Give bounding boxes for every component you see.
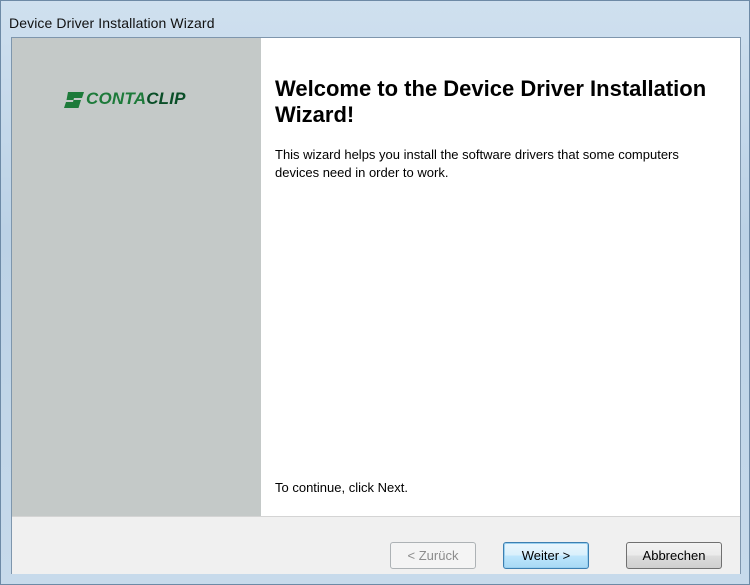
intro-text: This wizard helps you install the softwa… <box>275 147 679 180</box>
contaclip-logo-icon <box>64 92 84 108</box>
back-button[interactable]: < Zurück <box>390 542 476 569</box>
logo-wordmark: CONTACLIP <box>86 89 186 109</box>
window-title: Device Driver Installation Wizard <box>9 15 215 31</box>
logo-wordmark-conta: CONTA <box>86 89 147 108</box>
button-bar: < Zurück Weiter > Abbrechen <box>12 516 740 574</box>
contaclip-logo: CONTACLIP <box>64 89 214 111</box>
logo-wordmark-clip: CLIP <box>146 89 186 108</box>
wizard-side-panel: CONTACLIP <box>12 38 261 516</box>
title-bar[interactable]: Device Driver Installation Wizard <box>1 1 749 37</box>
next-button[interactable]: Weiter > <box>503 542 589 569</box>
continue-hint: To continue, click Next. <box>275 480 408 495</box>
wizard-content: Welcome to the Device Driver Installatio… <box>275 38 735 516</box>
wizard-client-area: CONTACLIP Welcome to the Device Driver I… <box>11 37 741 574</box>
cancel-button[interactable]: Abbrechen <box>626 542 722 569</box>
wizard-window: Device Driver Installation Wizard CONTAC… <box>0 0 750 585</box>
welcome-heading: Welcome to the Device Driver Installatio… <box>275 76 707 127</box>
